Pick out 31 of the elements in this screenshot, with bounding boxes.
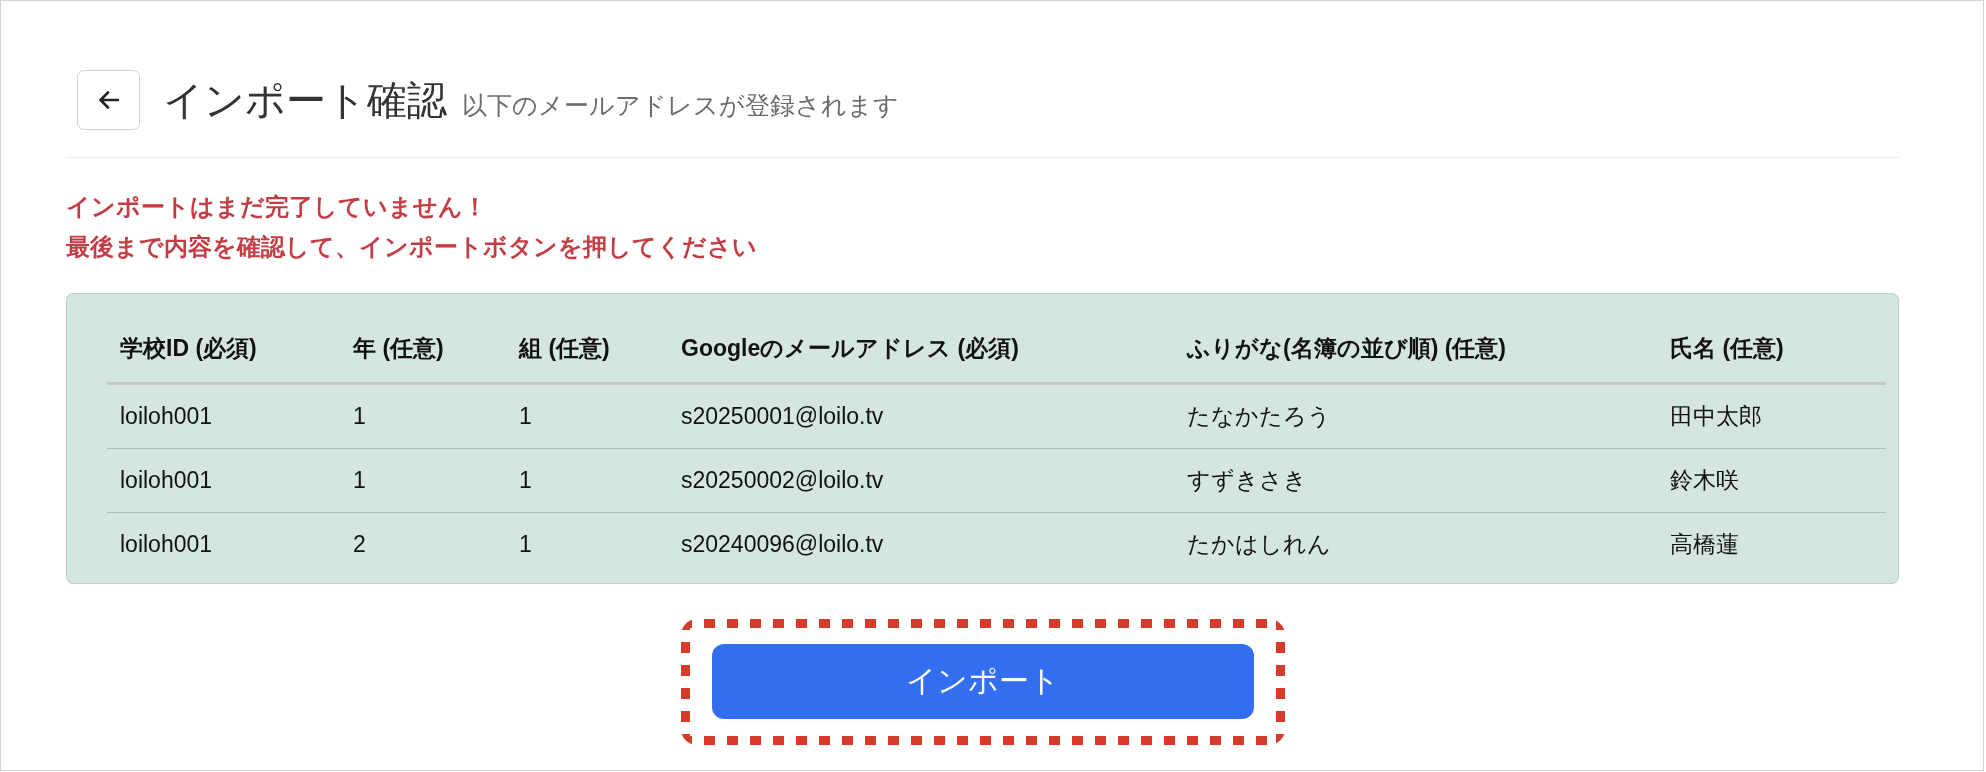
page-title: インポート確認: [163, 77, 447, 124]
back-arrow-icon: [98, 91, 119, 109]
column-header: 学校ID (必須): [120, 334, 257, 363]
table-cell: s20250001@loilo.tv: [681, 403, 884, 430]
table-cell: s20250002@loilo.tv: [681, 467, 884, 494]
back-button[interactable]: [77, 70, 140, 130]
table-cell: loiloh001: [120, 403, 213, 430]
table-cell: 1: [519, 467, 532, 494]
column-header: Googleのメールアドレス (必須): [681, 334, 1019, 363]
column-header: 組 (任意): [519, 334, 610, 363]
table-cell-text: すずきさき: [1187, 466, 1307, 495]
table-cell-text: 田中太郎: [1670, 402, 1762, 431]
page-subtitle: 以下のメールアドレスが登録されます: [462, 90, 899, 121]
import-button[interactable]: インポート: [711, 644, 1254, 719]
table-cell-text: たなかたろう: [1187, 402, 1331, 431]
table-cell: 2: [353, 531, 366, 558]
column-header: 氏名 (任意): [1670, 334, 1784, 363]
table-cell: 1: [353, 467, 366, 494]
column-header: ふりがな(名簿の並び順) (任意): [1187, 334, 1507, 363]
table-cell: 1: [519, 531, 532, 558]
table-cell-text: たかはしれん: [1187, 530, 1331, 559]
warning-text: インポートはまだ完了していません！: [66, 192, 487, 222]
column-header: 年 (任意): [353, 334, 444, 363]
table-cell: 1: [353, 403, 366, 430]
table-cell: s20240096@loilo.tv: [681, 531, 884, 558]
warning-text: 最後まで内容を確認して、インポートボタンを押してください: [66, 232, 757, 262]
table-cell-text: 高橋蓮: [1670, 530, 1739, 559]
table-cell: loiloh001: [120, 467, 213, 494]
table-cell-text: 鈴木咲: [1670, 466, 1739, 495]
table-cell: 1: [519, 403, 532, 430]
table-cell: loiloh001: [120, 531, 213, 558]
